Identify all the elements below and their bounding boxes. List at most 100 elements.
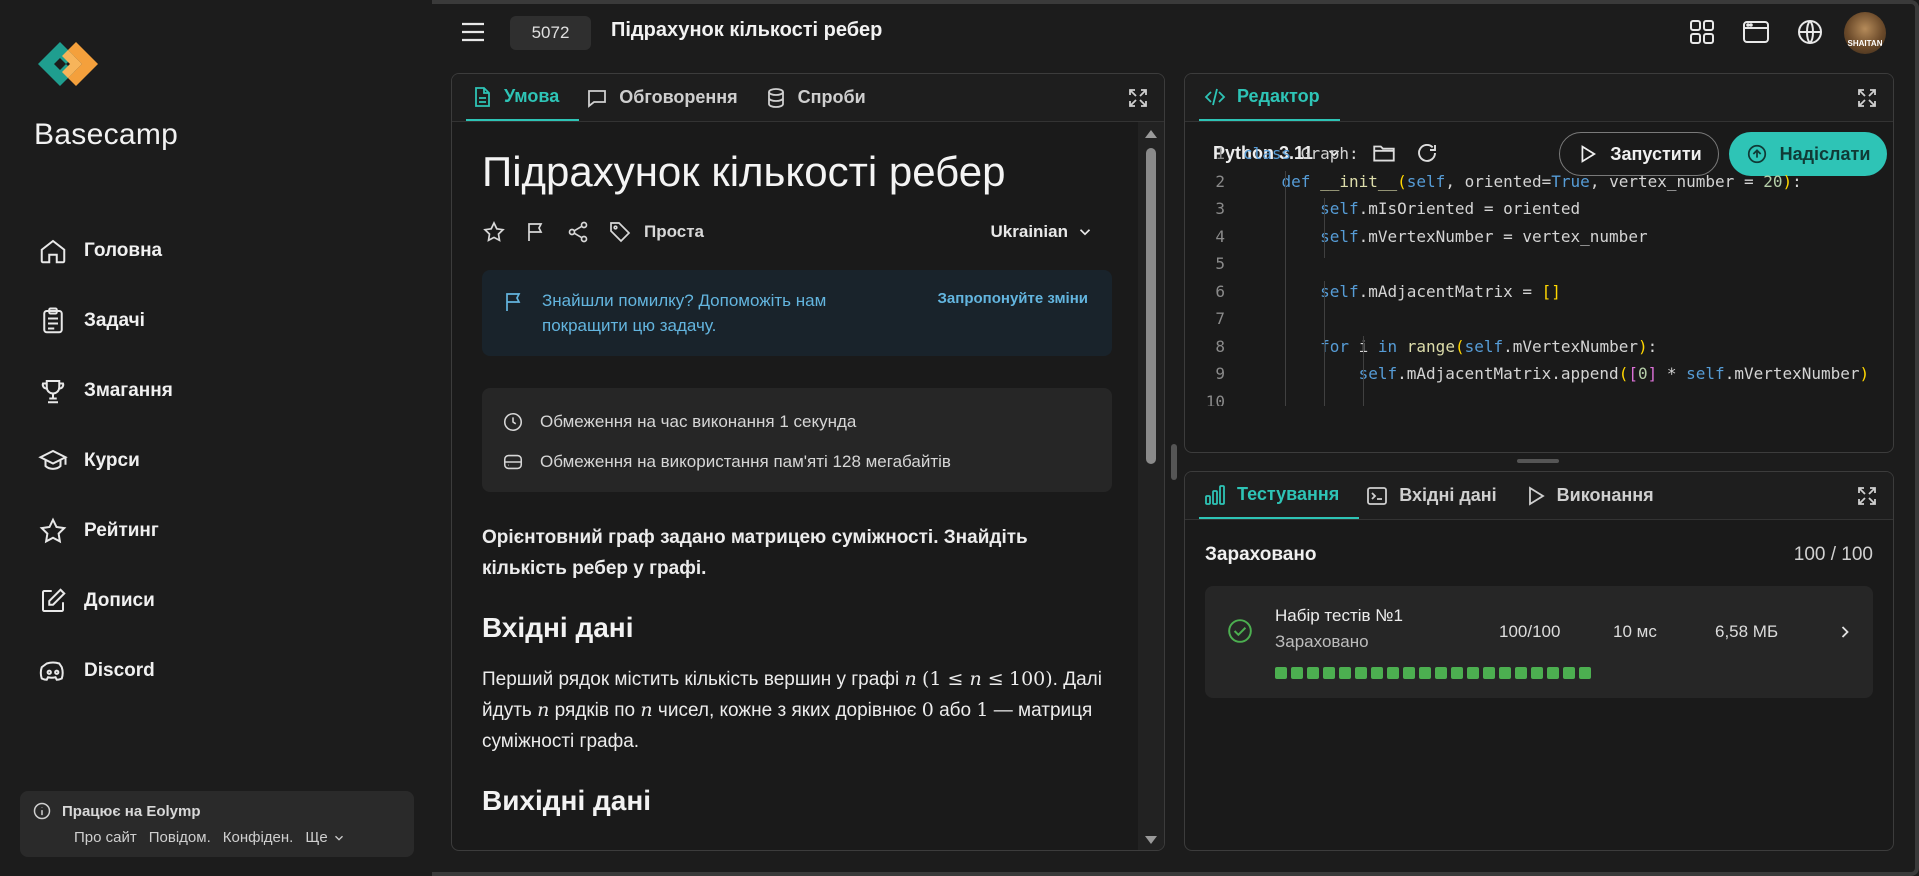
language-value: Ukrainian [990, 222, 1068, 241]
footer-link-report[interactable]: Повідом. [149, 829, 211, 846]
expand-icon[interactable] [1855, 484, 1879, 508]
bug-report-notice: Знайшли помилку? Допоможіть нам покращит… [482, 270, 1112, 356]
suite-name: Набір тестів №1 [1275, 606, 1403, 625]
tab-execution[interactable]: Виконання [1519, 472, 1674, 519]
basecamp-logo-icon[interactable] [34, 34, 116, 94]
test-passed-marker [1467, 667, 1479, 679]
panel-resize-handle[interactable] [1171, 444, 1177, 480]
brand-name: Basecamp [34, 118, 179, 151]
test-passed-marker [1499, 667, 1511, 679]
powered-by-label: Працює на Eolymp [62, 802, 201, 820]
sidebar-item-posts[interactable]: Дописи [38, 566, 398, 636]
test-passed-marker [1275, 667, 1287, 679]
user-avatar[interactable]: SHAITAN [1844, 12, 1886, 54]
sidebar-item-courses[interactable]: Курси [38, 426, 398, 496]
browser-window-icon[interactable] [1740, 16, 1772, 48]
tab-statement[interactable]: Умова [466, 74, 580, 121]
editor-panel: Редактор Python 3.11 Запустити Надіслати… [1184, 73, 1894, 453]
test-passed-marker [1403, 667, 1415, 679]
problem-intro: Орієнтовний граф задано матрицею суміжно… [482, 527, 1028, 579]
tab-input-data[interactable]: Вхідні дані [1361, 472, 1516, 519]
sidebar: Basecamp Головна Задачі Змагання Курси Р… [0, 0, 432, 876]
sidebar-item-home[interactable]: Головна [38, 216, 398, 286]
vertical-resize-handle[interactable] [1517, 459, 1559, 463]
problem-title: Підрахунок кількості ребер [482, 148, 1006, 195]
language-select[interactable]: Ukrainian [991, 222, 1094, 242]
limits-box: Обмеження на час виконання 1 секунда Обм… [482, 388, 1112, 492]
share-icon[interactable] [566, 220, 590, 244]
test-passed-marker [1515, 667, 1527, 679]
document-icon [475, 86, 490, 107]
flag-icon[interactable] [524, 220, 548, 244]
chart-icon [1205, 484, 1225, 505]
chevron-down-icon [334, 835, 343, 841]
expand-icon[interactable] [1855, 86, 1879, 110]
indent-guide [1363, 336, 1364, 406]
sidebar-item-label: Дописи [84, 590, 155, 611]
globe-icon[interactable] [1794, 16, 1826, 48]
star-icon [39, 517, 67, 544]
code-line: 5 [1215, 254, 1225, 274]
footer-link-privacy[interactable]: Конфіден. [223, 829, 294, 846]
test-passed-marker [1451, 667, 1463, 679]
tab-label: Вхідні дані [1399, 485, 1497, 505]
tab-label: Спроби [797, 87, 866, 107]
bug-notice-text: Знайшли помилку? Допоможіть нам покращит… [542, 291, 827, 335]
code-line: 9 self .mAdjacentMatrix.append([0] * self… [1215, 364, 1870, 384]
sidebar-item-label: Рейтинг [84, 520, 159, 541]
code-line: 6 self .mAdjacentMatrix = [] [1215, 281, 1561, 301]
scroll-up-arrow-icon[interactable] [1145, 130, 1157, 138]
statement-scrollbar[interactable] [1138, 122, 1164, 850]
sidebar-item-tasks[interactable]: Задачі [38, 286, 398, 356]
test-passed-marker [1531, 667, 1543, 679]
difficulty-label: Проста [644, 222, 704, 241]
test-results-bar [1275, 667, 1591, 679]
graduation-cap-icon [38, 449, 68, 470]
test-passed-marker [1547, 667, 1559, 679]
top-bar: 5072 Підрахунок кількості ребер SHAITAN [432, 0, 1919, 64]
edit-icon [42, 588, 66, 612]
code-editor[interactable]: 1 class Graph: 2 def __init__(self, orien… [1185, 136, 1893, 406]
sidebar-item-rating[interactable]: Рейтинг [38, 496, 398, 566]
tab-label: Тестування [1237, 484, 1340, 504]
tab-attempts[interactable]: Спроби [760, 74, 886, 121]
suggest-changes-link[interactable]: Запропонуйте зміни [938, 290, 1088, 307]
test-passed-marker [1563, 667, 1575, 679]
tag-icon [610, 222, 631, 243]
test-passed-marker [1579, 667, 1591, 679]
footer-link-more[interactable]: Ще [305, 829, 345, 846]
tab-editor[interactable]: Редактор [1199, 74, 1340, 121]
tab-label: Редактор [1237, 86, 1320, 106]
suite-score: 100/100 [1499, 622, 1561, 641]
code-line: 7 [1215, 309, 1225, 329]
database-icon [767, 87, 784, 108]
flag-icon [506, 293, 521, 311]
sidebar-item-discord[interactable]: Discord [38, 636, 398, 706]
expand-icon[interactable] [1126, 86, 1150, 110]
apps-grid-icon[interactable] [1686, 16, 1718, 48]
sidebar-item-label: Змагання [84, 380, 173, 401]
sidebar-item-label: Discord [84, 660, 155, 681]
scroll-thumb[interactable] [1146, 148, 1156, 464]
sidebar-item-contests[interactable]: Змагання [38, 356, 398, 426]
footer-more-label: Ще [305, 829, 328, 846]
star-icon[interactable] [482, 220, 506, 244]
home-icon [40, 239, 66, 264]
statement-tabs: Умова Обговорення Спроби [452, 74, 1164, 122]
scroll-down-arrow-icon[interactable] [1145, 836, 1157, 844]
test-suite-row[interactable]: Набір тестів №1 Зараховано 100/100 10 мс… [1205, 586, 1873, 698]
problem-meta: Проста Ukrainian [482, 218, 1112, 246]
avatar-text: SHAITAN [1847, 39, 1883, 48]
suite-time: 10 мс [1613, 622, 1657, 641]
tab-discussion[interactable]: Обговорення [581, 74, 757, 121]
tab-testing[interactable]: Тестування [1199, 472, 1360, 519]
indent-guide [1324, 281, 1325, 406]
info-icon [33, 802, 51, 820]
testing-tabs: Тестування Вхідні дані Виконання [1185, 472, 1893, 520]
suite-status: Зараховано [1275, 632, 1369, 651]
footer-link-about[interactable]: Про сайт [74, 829, 137, 846]
test-passed-marker [1435, 667, 1447, 679]
test-passed-marker [1371, 667, 1383, 679]
menu-icon[interactable] [460, 20, 486, 44]
time-limit: Обмеження на час виконання 1 секунда [540, 412, 857, 431]
